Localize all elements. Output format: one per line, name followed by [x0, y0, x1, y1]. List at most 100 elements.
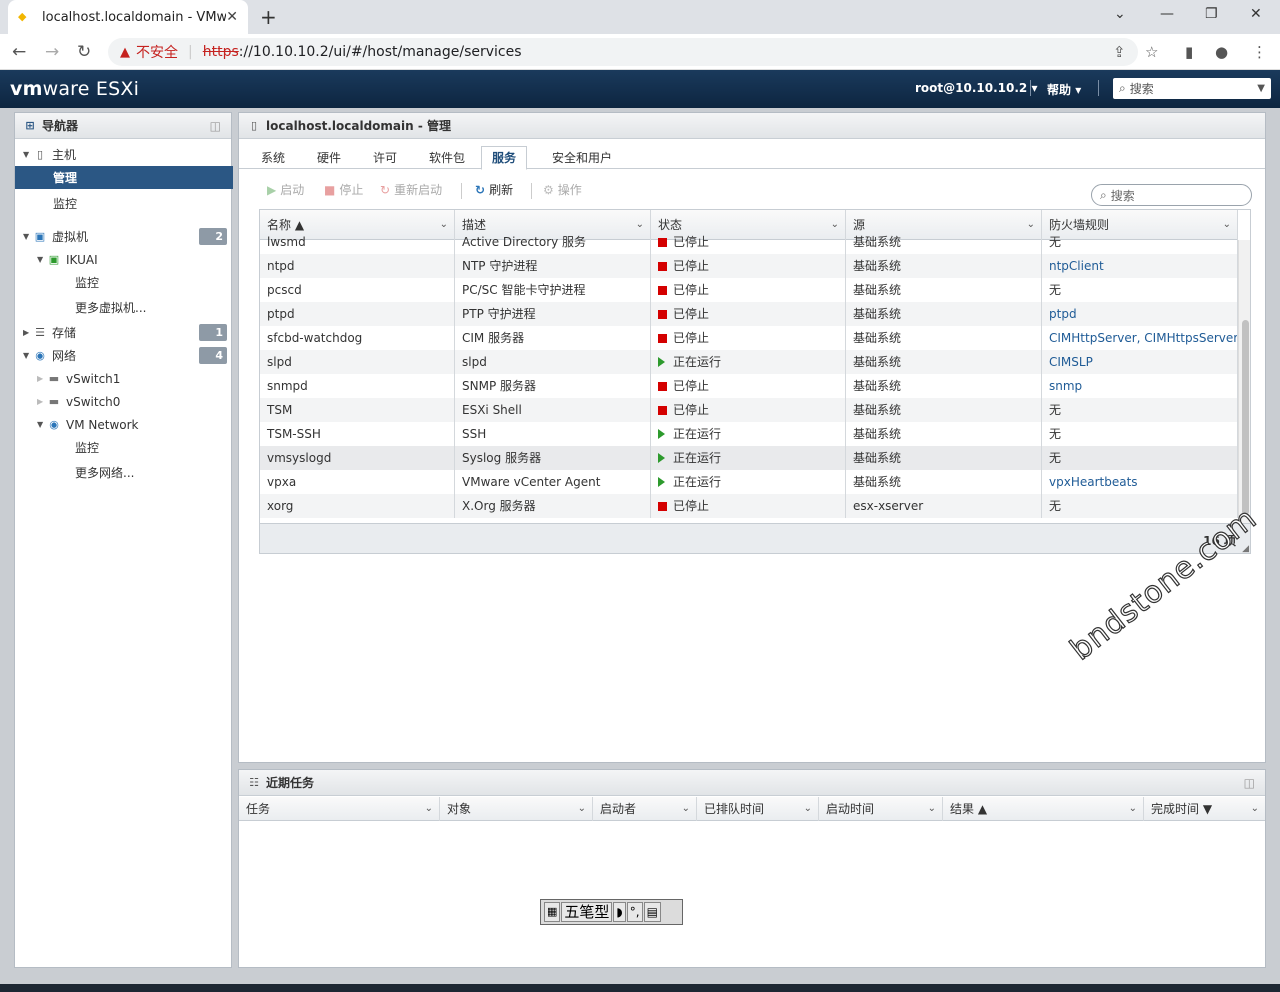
restore-icon[interactable]: ❐ [1205, 6, 1218, 22]
nav-vm-monitor[interactable]: 监控 [15, 271, 233, 294]
nav-more-networks[interactable]: 更多网络... [15, 461, 233, 484]
tab-hardware[interactable]: 硬件 [307, 147, 351, 169]
port-group-icon: ◉ [49, 417, 59, 431]
services-search-input[interactable]: ⌕ 搜索 [1091, 184, 1252, 206]
table-row[interactable]: pcscd PC/SC 智能卡守护进程 已停止 基础系统无 [260, 278, 1238, 302]
resize-handle-icon[interactable]: ◢ [1242, 544, 1249, 553]
table-row[interactable]: TSM-SSH SSH 正在运行 基础系统无 [260, 422, 1238, 446]
table-row[interactable]: snmpd SNMP 服务器 已停止 基础系统 snmp [260, 374, 1238, 398]
actions-button[interactable]: ⚙ 操作 [543, 181, 582, 198]
col-object-header[interactable]: 对象 ⌄ [440, 797, 593, 821]
back-icon[interactable]: ← [12, 42, 26, 62]
expand-icon[interactable]: ▼ [23, 150, 33, 159]
table-row[interactable]: vpxa VMware vCenter Agent 正在运行 基础系统 vpxHeart… [260, 470, 1238, 494]
stopped-icon [658, 238, 667, 247]
nav-vm-network[interactable]: ▼ ◉ VM Network [15, 413, 233, 436]
collapse-icon[interactable]: ◫ [1244, 776, 1255, 790]
tab-close-icon[interactable]: ✕ [226, 9, 238, 25]
cell-desc: SNMP 服务器 [455, 374, 651, 398]
nav-host[interactable]: ▼ ▯ 主机 [15, 143, 233, 166]
nav-manage[interactable]: 管理 [15, 166, 233, 189]
col-queued-header[interactable]: 已排队时间 ⌄ [697, 797, 819, 821]
nav-vms[interactable]: ▼ ▣ 虚拟机 2 [15, 225, 233, 248]
expand-icon[interactable]: ▼ [23, 351, 33, 360]
expand-icon[interactable]: ▶ [37, 397, 47, 406]
restart-button[interactable]: ↻ 重新启动 [380, 181, 442, 198]
cell-rules[interactable]: ntpClient [1042, 254, 1238, 278]
col-task-header[interactable]: 任务 ⌄ [239, 797, 440, 821]
table-row[interactable]: slpd slpd 正在运行 基础系统 CIMSLP [260, 350, 1238, 374]
header-search-input[interactable]: ⌕ 搜索 ▼ [1113, 78, 1271, 99]
ime-keyboard-icon[interactable]: ▤ [643, 902, 661, 922]
nav-storage[interactable]: ▶ ☰ 存储 1 [15, 321, 233, 344]
nav-vswitch1[interactable]: ▶ ▬ vSwitch1 [15, 367, 233, 390]
expand-icon[interactable]: ▶ [23, 328, 33, 337]
stop-button[interactable]: ■ 停止 [324, 181, 363, 198]
close-window-icon[interactable]: ✕ [1250, 6, 1262, 22]
tab-system[interactable]: 系统 [251, 147, 295, 169]
menu-icon[interactable]: ⋮ [1252, 43, 1267, 61]
nav-vm-ikuai[interactable]: ▼ ▣ IKUAI [15, 248, 233, 271]
profile-icon[interactable]: ● [1215, 43, 1228, 61]
cell-source: 基础系统 [846, 470, 1042, 494]
ime-halfwidth-icon[interactable]: ◗ [613, 902, 626, 922]
reload-icon[interactable]: ↻ [77, 42, 91, 62]
expand-icon[interactable]: ▼ [37, 420, 47, 429]
expand-icon[interactable]: ▼ [23, 232, 33, 241]
minimize-icon[interactable]: — [1160, 6, 1174, 22]
table-row[interactable]: vmsyslogd Syslog 服务器 正在运行 基础系统无 [260, 446, 1238, 470]
start-button[interactable]: ▶ 启动 [267, 181, 304, 198]
refresh-button[interactable]: ↻ 刷新 [475, 181, 513, 198]
col-completed-header[interactable]: 完成时间 ▼ ⌄ [1144, 797, 1265, 821]
col-result-header[interactable]: 结果 ▲ ⌄ [943, 797, 1144, 821]
cell-status: 正在运行 [651, 350, 846, 374]
tab-packages[interactable]: 软件包 [419, 147, 475, 169]
table-row[interactable]: sfcbd-watchdog CIM 服务器 已停止 基础系统 CIMHttpServe… [260, 326, 1238, 350]
forward-icon[interactable]: → [45, 42, 59, 62]
expand-icon[interactable]: ▼ [37, 255, 47, 264]
expand-icon[interactable]: ▶ [37, 374, 47, 383]
table-row[interactable]: ptpd PTP 守护进程 已停止 基础系统 ptpd [260, 302, 1238, 326]
nav-vswitch0[interactable]: ▶ ▬ vSwitch0 [15, 390, 233, 413]
cell-rules[interactable]: snmp [1042, 374, 1238, 398]
switch-icon: ▬ [48, 394, 60, 408]
cell-rules[interactable]: CIMSLP [1042, 350, 1238, 374]
user-menu[interactable]: root@10.10.10.2 ▾ [915, 81, 1037, 95]
table-row[interactable]: lwsmd Active Directory 服务 已停止 基础系统无 [260, 230, 1238, 254]
nav-more-vms[interactable]: 更多虚拟机... [15, 296, 233, 319]
ime-status-bar[interactable]: ▦ 五笔型 ◗ °, ▤ [540, 899, 683, 925]
new-tab-icon[interactable]: + [260, 5, 277, 29]
cell-source: 基础系统 [846, 230, 1042, 254]
cell-rules[interactable]: vpxHeartbeats [1042, 470, 1238, 494]
bookmark-star-icon[interactable]: ☆ [1145, 43, 1158, 61]
cell-rules[interactable]: ptpd [1042, 302, 1238, 326]
tab-search-icon[interactable]: ⌄ [1114, 6, 1126, 22]
table-row[interactable]: ntpd NTP 守护进程 已停止 基础系统 ntpClient [260, 254, 1238, 278]
tab-security-users[interactable]: 安全和用户 [542, 147, 622, 169]
cell-source: 基础系统 [846, 422, 1042, 446]
scrollbar-thumb[interactable] [1242, 320, 1249, 515]
browser-tab[interactable]: ◆ localhost.localdomain - VMwa ✕ [8, 0, 248, 34]
nav-network-monitor[interactable]: 监控 [15, 436, 233, 459]
help-menu[interactable]: 帮助 ▾ [1047, 81, 1081, 98]
table-scrollbar[interactable] [1238, 240, 1250, 523]
stopped-icon [658, 310, 667, 319]
col-started-header[interactable]: 启动时间 ⌄ [819, 797, 943, 821]
table-row[interactable]: TSM ESXi Shell 已停止 基础系统无 [260, 398, 1238, 422]
ime-punctuation-icon[interactable]: °, [626, 902, 643, 922]
sidebar-icon[interactable]: ▮ [1185, 43, 1193, 61]
stopped-icon [658, 406, 667, 415]
search-dropdown-icon[interactable]: ▼ [1257, 83, 1265, 94]
nav-monitor[interactable]: 监控 [15, 192, 233, 215]
table-row[interactable]: xorg X.Org 服务器 已停止 esx-xserver 无 [260, 494, 1238, 518]
cell-rules[interactable]: CIMHttpServer, CIMHttpsServer [1042, 326, 1238, 350]
cell-status: 已停止 [651, 254, 846, 278]
nav-network[interactable]: ▼ ◉ 网络 4 [15, 344, 233, 367]
col-initiator-header[interactable]: 启动者 ⌄ [593, 797, 697, 821]
collapse-icon[interactable]: ◫ [210, 119, 221, 133]
ime-mode[interactable]: 五笔型 [561, 902, 613, 922]
url-field[interactable]: ▲ 不安全 | https ://10.10.10.2/ui/#/host/ma… [108, 38, 1138, 66]
tab-licensing[interactable]: 许可 [363, 147, 407, 169]
tab-services[interactable]: 服务 [481, 146, 528, 170]
share-icon[interactable]: ⇪ [1113, 43, 1126, 61]
